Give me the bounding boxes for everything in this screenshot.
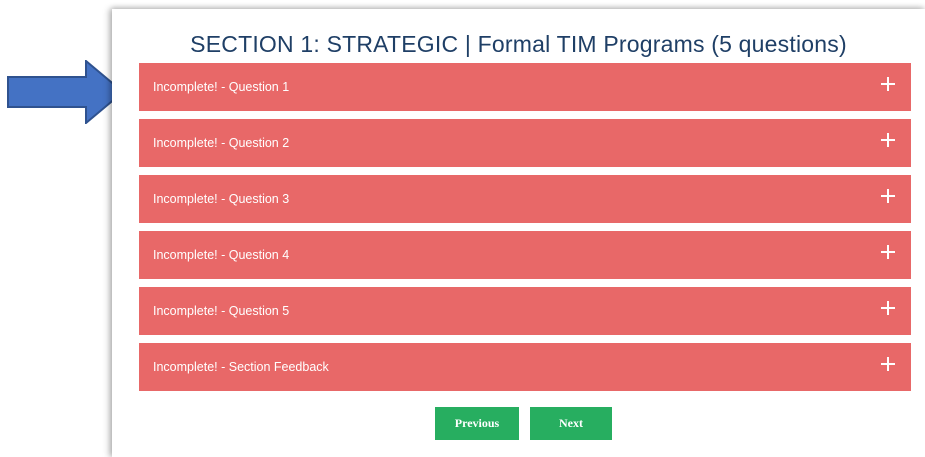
accordion-item-question-4[interactable]: Incomplete! - Question 4	[139, 231, 911, 279]
accordion-item-label: Incomplete! - Question 2	[153, 136, 290, 150]
next-button[interactable]: Next	[530, 407, 612, 440]
plus-icon[interactable]	[881, 189, 895, 203]
plus-icon[interactable]	[881, 133, 895, 147]
previous-button[interactable]: Previous	[435, 407, 519, 440]
accordion-item-label: Incomplete! - Question 5	[153, 304, 290, 318]
question-accordion: Incomplete! - Question 1 Incomplete! - Q…	[139, 63, 911, 399]
accordion-item-label: Incomplete! - Question 4	[153, 248, 290, 262]
section-title: SECTION 1: STRATEGIC | Formal TIM Progra…	[190, 31, 847, 57]
plus-icon[interactable]	[881, 301, 895, 315]
accordion-item-section-feedback[interactable]: Incomplete! - Section Feedback	[139, 343, 911, 391]
accordion-item-label: Incomplete! - Question 3	[153, 192, 290, 206]
pointer-arrow-icon	[7, 60, 125, 124]
accordion-item-label: Incomplete! - Question 1	[153, 80, 290, 94]
accordion-item-question-1[interactable]: Incomplete! - Question 1	[139, 63, 911, 111]
plus-icon[interactable]	[881, 357, 895, 371]
accordion-item-label: Incomplete! - Section Feedback	[153, 360, 329, 374]
plus-icon[interactable]	[881, 245, 895, 259]
accordion-item-question-5[interactable]: Incomplete! - Question 5	[139, 287, 911, 335]
plus-icon[interactable]	[881, 77, 895, 91]
accordion-item-question-2[interactable]: Incomplete! - Question 2	[139, 119, 911, 167]
section-panel: SECTION 1: STRATEGIC | Formal TIM Progra…	[112, 9, 925, 457]
accordion-item-question-3[interactable]: Incomplete! - Question 3	[139, 175, 911, 223]
